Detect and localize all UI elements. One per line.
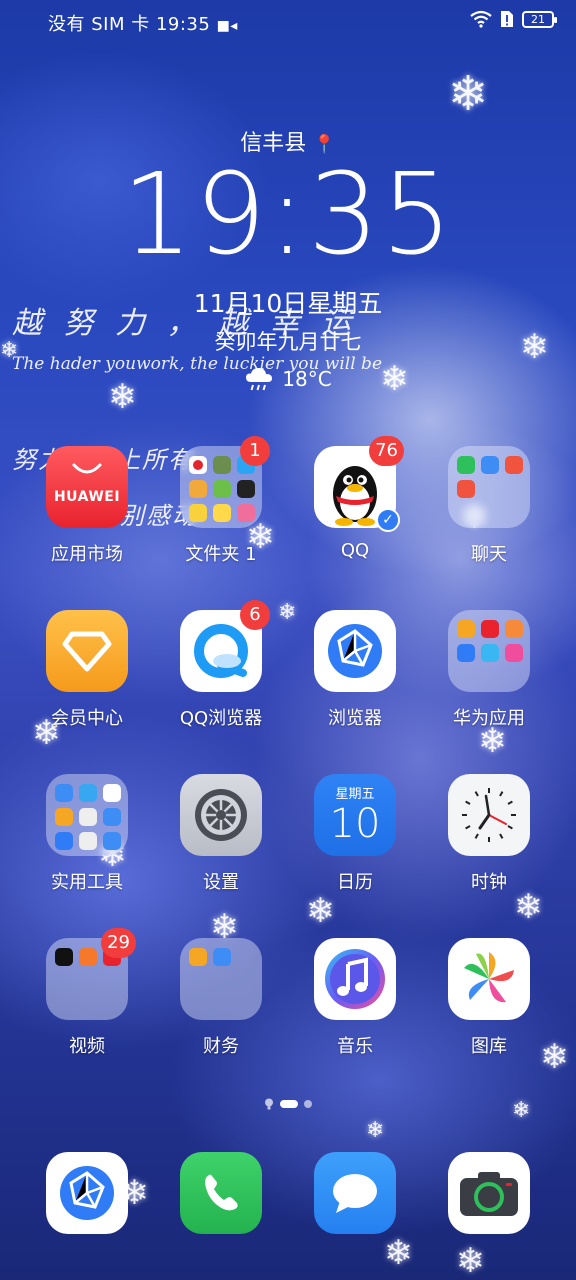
wallpaper-quote-cn: 越 努 力 ， 越 幸 运 <box>12 306 358 341</box>
snowflake-icon: ❄ <box>366 1118 385 1143</box>
battery-icon: 21 <box>522 10 557 28</box>
app-label: 华为应用 <box>453 708 525 729</box>
page-indicator[interactable] <box>0 1098 576 1110</box>
gear-icon <box>195 789 247 841</box>
verified-check-icon: ✓ <box>376 508 400 532</box>
appgallery-icon: HUAWEI <box>46 446 128 528</box>
folder-tools[interactable]: 实用工具 <box>20 774 154 894</box>
folder-chat[interactable]: 聊天 <box>422 446 556 566</box>
app-qq-browser[interactable]: 6 QQ浏览器 <box>154 600 288 730</box>
clock-icon <box>448 774 530 856</box>
pinwheel-icon <box>464 952 514 1003</box>
carrier-text: 没有 SIM 卡 <box>48 14 150 35</box>
calendar-weekday: 星期五 <box>335 787 375 802</box>
app-label: 视频 <box>69 1036 105 1057</box>
app-label: 应用市场 <box>51 544 123 565</box>
calendar-day: 10 <box>329 801 381 847</box>
app-label: 音乐 <box>337 1036 373 1057</box>
dock-browser[interactable] <box>46 1152 128 1234</box>
app-label: 浏览器 <box>328 708 382 729</box>
dock-messages[interactable] <box>314 1152 396 1234</box>
snowflake-icon: ❄ <box>456 1241 485 1280</box>
app-clock[interactable]: 时钟 <box>422 774 556 894</box>
folder-icon <box>46 774 128 856</box>
notification-badge: 29 <box>101 928 136 958</box>
app-label: 财务 <box>203 1036 239 1057</box>
browser-icon <box>60 1166 114 1220</box>
dock-phone[interactable] <box>180 1152 262 1234</box>
clock-time[interactable]: 19:35 <box>0 150 576 280</box>
globe-icon <box>328 624 382 678</box>
huawei-logo-text: HUAWEI <box>53 489 121 505</box>
wifi-icon <box>470 10 492 28</box>
app-label: 设置 <box>203 872 239 893</box>
app-browser[interactable]: 浏览器 <box>288 610 422 730</box>
status-time: 19:35 <box>155 14 211 35</box>
browser-icon <box>314 610 396 692</box>
snowflake-icon: ❄ <box>306 891 335 931</box>
folder-icon: 1 <box>180 436 270 528</box>
wallpaper-quote-en: The hader youwork, the luckier you will … <box>12 354 382 374</box>
app-label: 文件夹 1 <box>185 544 257 565</box>
app-member-center[interactable]: 会员中心 <box>20 610 154 730</box>
shopping-bag-icon <box>72 463 102 474</box>
notification-badge: 1 <box>240 436 270 466</box>
diamond-icon <box>62 631 112 672</box>
phone-icon <box>205 1174 238 1211</box>
page-dot[interactable] <box>304 1100 312 1108</box>
hint-bulb-icon <box>265 1098 273 1110</box>
app-label: QQ <box>340 540 370 561</box>
settings-icon <box>180 774 262 856</box>
app-qq[interactable]: ✓ 76 QQ <box>288 436 422 561</box>
app-label: 实用工具 <box>51 872 123 893</box>
notification-badge: 76 <box>369 436 404 466</box>
notification-badge: 6 <box>240 600 270 630</box>
battery-level: 21 <box>531 12 545 26</box>
app-music[interactable]: 音乐 <box>288 938 422 1058</box>
app-label: 图库 <box>471 1036 507 1057</box>
app-settings[interactable]: 设置 <box>154 774 288 894</box>
folder-1[interactable]: 1 文件夹 1 <box>154 436 288 566</box>
app-label: 日历 <box>337 872 373 893</box>
snowflake-icon: ❄ <box>448 66 489 122</box>
dock <box>0 1152 576 1242</box>
qq-browser-icon: 6 <box>180 600 270 692</box>
app-gallery[interactable]: 图库 <box>422 938 556 1058</box>
messages-icon <box>333 1174 377 1213</box>
folder-huawei-apps[interactable]: 华为应用 <box>422 610 556 730</box>
page-dot-active[interactable] <box>280 1100 298 1108</box>
status-bar-left: 没有 SIM 卡 19:35 ■◂ <box>48 10 238 36</box>
music-note-icon <box>325 949 385 1009</box>
app-appgallery[interactable]: HUAWEI 应用市场 <box>20 446 154 566</box>
snowflake-icon: ❄ <box>514 887 543 927</box>
app-label: 会员中心 <box>51 708 123 729</box>
camera-icon <box>460 1172 518 1216</box>
calendar-icon: 星期五 10 <box>314 774 396 856</box>
app-label: 时钟 <box>471 872 507 893</box>
gallery-icon <box>448 938 530 1020</box>
folder-video[interactable]: 29 视频 <box>20 928 154 1058</box>
app-label: QQ浏览器 <box>179 708 263 729</box>
folder-icon <box>448 446 530 528</box>
qq-browser-logo-icon <box>194 624 248 678</box>
qq-penguin-icon: ✓ 76 <box>314 436 404 532</box>
music-icon <box>314 938 396 1020</box>
member-diamond-icon <box>46 610 128 692</box>
analog-clock-icon <box>462 788 516 842</box>
folder-icon: 29 <box>46 928 136 1020</box>
video-call-icon: ■◂ <box>216 18 238 34</box>
status-bar-right: 21 <box>470 10 557 28</box>
folder-finance[interactable]: 财务 <box>154 938 288 1058</box>
sim-alert-icon <box>501 11 513 27</box>
folder-icon <box>180 938 262 1020</box>
app-label: 聊天 <box>471 544 507 565</box>
folder-icon <box>448 610 530 692</box>
dock-camera[interactable] <box>448 1152 530 1234</box>
app-calendar[interactable]: 星期五 10 日历 <box>288 774 422 894</box>
